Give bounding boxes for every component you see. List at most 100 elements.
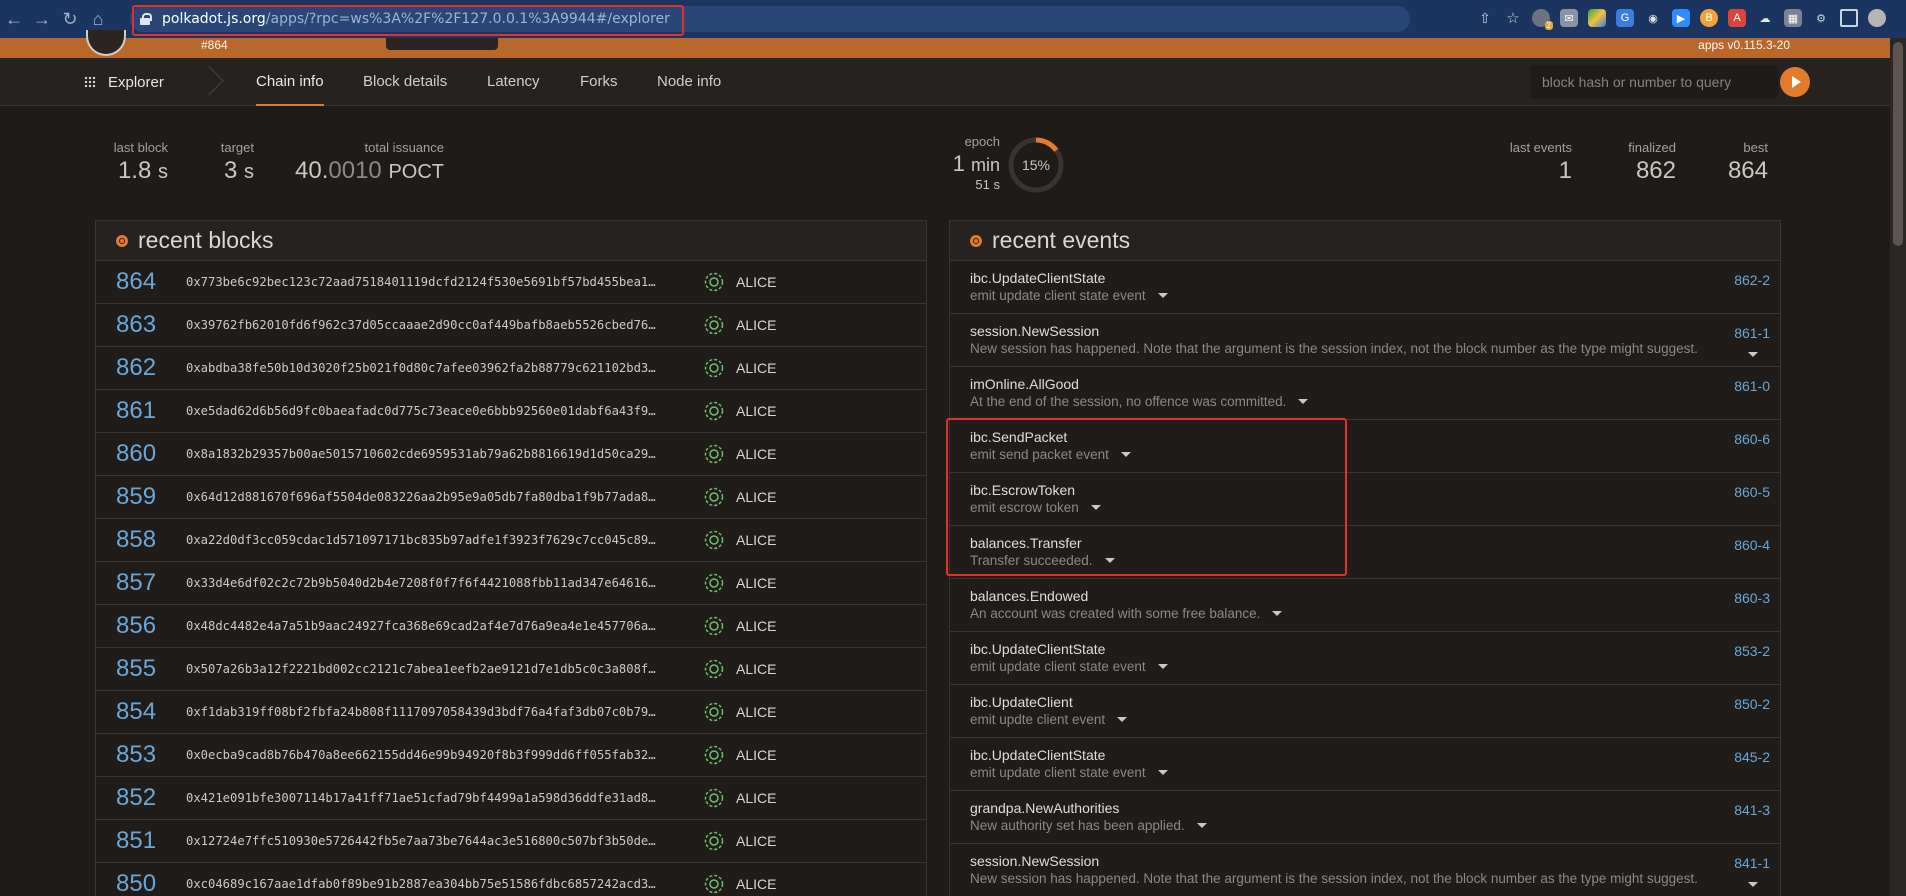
block-number-link[interactable]: 859 — [116, 483, 156, 511]
block-number-link[interactable]: 854 — [116, 698, 156, 726]
block-author[interactable]: ALICE — [736, 618, 776, 634]
block-row[interactable]: 860 0x8a1832b29357b00ae5015710602cde69595… — [96, 433, 926, 476]
event-row[interactable]: session.NewSession New session has happen… — [950, 314, 1780, 367]
cloud-icon[interactable]: ☁ — [1756, 9, 1774, 27]
event-id-link[interactable]: 853-2 — [1734, 643, 1770, 659]
scrollbar-thumb[interactable] — [1893, 42, 1903, 246]
block-row[interactable]: 864 0x773be6c92bec123c72aad7518401119dcfd… — [96, 261, 926, 304]
block-number-link[interactable]: 860 — [116, 440, 156, 468]
share-icon[interactable]: ⇧ — [1476, 9, 1494, 27]
block-author[interactable]: ALICE — [736, 360, 776, 376]
event-id-link[interactable]: 841-1 — [1734, 855, 1770, 871]
mail-icon[interactable]: ✉ — [1560, 9, 1578, 27]
tab-node-info[interactable]: Node info — [643, 58, 735, 106]
expand-caret-icon[interactable] — [1272, 611, 1283, 617]
event-row[interactable]: ibc.UpdateClientState emit update client … — [950, 632, 1780, 685]
block-number-link[interactable]: 850 — [116, 870, 156, 896]
block-row[interactable]: 858 0xa22d0df3cc059cdac1d571097171bc835b9… — [96, 519, 926, 562]
block-author[interactable]: ALICE — [736, 575, 776, 591]
block-row[interactable]: 861 0xe5dad62d6b56d9fc0baeafadc0d775c73ea… — [96, 390, 926, 433]
block-row[interactable]: 856 0x48dc4482e4a7a51b9aac24927fca368e69c… — [96, 605, 926, 648]
expand-caret-icon[interactable] — [1748, 352, 1758, 357]
puzzle-icon[interactable]: ⚙ — [1812, 9, 1830, 27]
event-row[interactable]: grandpa.NewAuthorities New authority set … — [950, 791, 1780, 844]
block-row[interactable]: 852 0x421e091bfe3007114b17a41ff71ae51cfad… — [96, 777, 926, 820]
event-id-link[interactable]: 841-3 — [1734, 802, 1770, 818]
event-id-link[interactable]: 860-5 — [1734, 484, 1770, 500]
event-id-link[interactable]: 860-6 — [1734, 431, 1770, 447]
block-row[interactable]: 862 0xabdba38fe50b10d3020f25b021f0d80c7af… — [96, 347, 926, 390]
tab-latency[interactable]: Latency — [473, 58, 554, 106]
expand-caret-icon[interactable] — [1117, 717, 1128, 723]
block-author[interactable]: ALICE — [736, 274, 776, 290]
tab-chain-info[interactable]: Chain info — [242, 58, 338, 106]
block-author[interactable]: ALICE — [736, 833, 776, 849]
block-author[interactable]: ALICE — [736, 489, 776, 505]
event-row[interactable]: imOnline.AllGood At the end of the sessio… — [950, 367, 1780, 420]
query-go-button[interactable] — [1780, 67, 1810, 97]
block-author[interactable]: ALICE — [736, 403, 776, 419]
event-id-link[interactable]: 861-0 — [1734, 378, 1770, 394]
pdf-icon[interactable]: A — [1728, 9, 1746, 27]
block-author[interactable]: ALICE — [736, 532, 776, 548]
app-version[interactable]: apps v0.115.3-20 — [1698, 38, 1790, 52]
block-author[interactable]: ALICE — [736, 876, 776, 892]
block-row[interactable]: 851 0x12724e7ffc510930e5726442fb5e7aa73be… — [96, 820, 926, 863]
block-author[interactable]: ALICE — [736, 790, 776, 806]
block-number-link[interactable]: 856 — [116, 612, 156, 640]
block-number-link[interactable]: 864 — [116, 268, 156, 296]
profile-avatar-icon[interactable] — [1868, 9, 1886, 27]
block-number-link[interactable]: 853 — [116, 741, 156, 769]
event-row[interactable]: ibc.UpdateClient emit updte client event 8… — [950, 685, 1780, 738]
block-row[interactable]: 863 0x39762fb62010fd6f962c37d05ccaaae2d90… — [96, 304, 926, 347]
block-row[interactable]: 853 0x0ecba9cad8b76b470a8ee662155dd46e99b… — [96, 734, 926, 777]
reload-icon[interactable]: ↻ — [56, 0, 84, 38]
page-scrollbar[interactable] — [1890, 38, 1906, 896]
event-row[interactable]: ibc.UpdateClientState emit update client … — [950, 261, 1780, 314]
block-row[interactable]: 855 0x507a26b3a12f2221bd002cc2121c7abea1e… — [96, 648, 926, 691]
event-id-link[interactable]: 845-2 — [1734, 749, 1770, 765]
block-number-link[interactable]: 861 — [116, 397, 156, 425]
drive-icon[interactable] — [1588, 9, 1606, 27]
event-row[interactable]: session.NewSession New session has happen… — [950, 844, 1780, 896]
tab-block-details[interactable]: Block details — [349, 58, 461, 106]
event-id-link[interactable]: 850-2 — [1734, 696, 1770, 712]
translate-icon[interactable]: G — [1616, 9, 1634, 27]
explorer-menu[interactable]: Explorer — [84, 58, 164, 106]
block-number-link[interactable]: 851 — [116, 827, 156, 855]
chain-selector[interactable] — [386, 38, 498, 50]
zoom-icon[interactable]: ▶ — [1672, 9, 1690, 27]
incognito-icon[interactable]: ◉ — [1644, 9, 1662, 27]
coin-icon[interactable]: B — [1700, 9, 1718, 27]
sidebar-icon[interactable] — [1840, 9, 1858, 27]
event-row[interactable]: ibc.UpdateClientState emit update client … — [950, 738, 1780, 791]
expand-caret-icon[interactable] — [1157, 770, 1168, 776]
expand-caret-icon[interactable] — [1157, 664, 1168, 670]
block-number-link[interactable]: 862 — [116, 354, 156, 382]
event-id-link[interactable]: 862-2 — [1734, 272, 1770, 288]
block-author[interactable]: ALICE — [736, 661, 776, 677]
bookmark-star-icon[interactable]: ☆ — [1504, 9, 1522, 27]
block-author[interactable]: ALICE — [736, 747, 776, 763]
block-number-link[interactable]: 857 — [116, 569, 156, 597]
expand-caret-icon[interactable] — [1748, 882, 1758, 887]
forward-icon[interactable]: → — [28, 0, 56, 38]
block-number-link[interactable]: 855 — [116, 655, 156, 683]
expand-caret-icon[interactable] — [1196, 823, 1207, 829]
block-number-link[interactable]: 858 — [116, 526, 156, 554]
block-row[interactable]: 850 0xc04689c167aae1dfab0f89be91b2887ea30… — [96, 863, 926, 896]
block-author[interactable]: ALICE — [736, 317, 776, 333]
block-author[interactable]: ALICE — [736, 704, 776, 720]
back-icon[interactable]: ← — [0, 0, 28, 38]
block-number-link[interactable]: 863 — [116, 311, 156, 339]
event-id-link[interactable]: 861-1 — [1734, 325, 1770, 341]
block-row[interactable]: 859 0x64d12d881670f696af5504de083226aa2b9… — [96, 476, 926, 519]
block-query-input[interactable] — [1530, 65, 1778, 99]
event-id-link[interactable]: 860-3 — [1734, 590, 1770, 606]
block-row[interactable]: 857 0x33d4e6df02c2c72b9b5040d2b4e7208f0f7… — [96, 562, 926, 605]
block-row[interactable]: 854 0xf1dab319ff08bf2fbfa24b808f111709705… — [96, 691, 926, 734]
block-author[interactable]: ALICE — [736, 446, 776, 462]
tabs-icon[interactable]: ▦ — [1784, 9, 1802, 27]
chain-logo-icon[interactable] — [86, 30, 126, 56]
expand-caret-icon[interactable] — [1298, 399, 1309, 405]
